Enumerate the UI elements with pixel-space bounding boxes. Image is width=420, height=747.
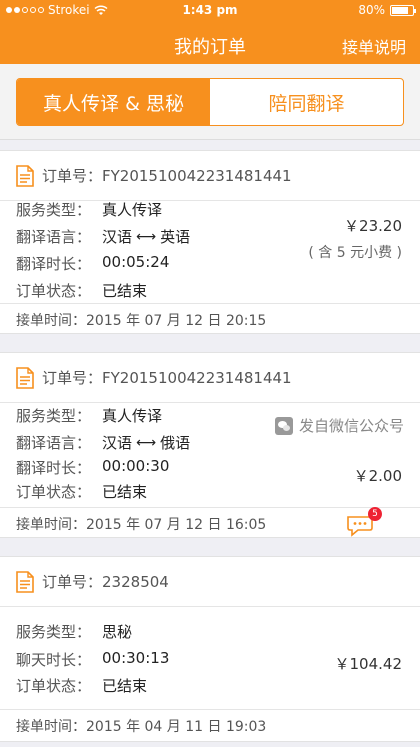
chat-duration-row: 聊天时长： 00:30:13	[16, 649, 169, 670]
accept-time-row: 接单时间： 2015 年 04 月 11 日 19:03	[0, 709, 420, 741]
chat-duration-value: 00:30:13	[102, 649, 170, 667]
message-button[interactable]: 5	[346, 507, 382, 537]
order-price: ￥104.42	[334, 655, 403, 673]
service-type-label: 服务类型：	[16, 407, 92, 425]
chat-duration-label: 聊天时长：	[16, 651, 92, 669]
segmented-control: 真人传译 & 思秘 陪同翻译	[16, 78, 404, 126]
status-bar: Strokei 1:43 pm 80%	[0, 0, 420, 20]
document-icon	[16, 366, 34, 389]
status-label: 订单状态：	[16, 483, 92, 501]
language-value: 汉语 ⟷ 俄语	[102, 432, 190, 453]
wechat-note: 发自微信公众号	[298, 417, 404, 435]
language-from: 汉语	[102, 434, 133, 452]
document-icon	[16, 570, 34, 593]
status-row: 订单状态： 已结束	[16, 280, 147, 301]
service-type-row: 服务类型： 真人传译	[16, 199, 162, 220]
battery-percent: 80%	[358, 3, 385, 17]
order-header: 订单号： FY201510042231481441	[0, 151, 420, 201]
header: Strokei 1:43 pm 80% 我的订单 接单说明	[0, 0, 420, 64]
status-value: 已结束	[102, 483, 148, 501]
language-row: 翻译语言： 汉语 ⟷ 英语	[16, 226, 190, 247]
accept-time-value: 2015 年 07 月 12 日 16:05	[86, 516, 267, 533]
double-arrow-icon: ⟷	[136, 434, 157, 451]
double-arrow-icon: ⟷	[136, 228, 157, 245]
status-right: 80%	[358, 3, 416, 17]
tab-interpret-secretary[interactable]: 真人传译 & 思秘	[17, 79, 210, 125]
battery-icon	[390, 4, 416, 16]
order-number-label: 订单号：	[42, 369, 103, 387]
tab-escort-translation[interactable]: 陪同翻译	[210, 79, 403, 125]
order-number: 2328504	[102, 572, 169, 591]
service-type-value: 真人传译	[102, 407, 163, 425]
accept-time-row: 接单时间： 2015 年 07 月 12 日 20:15	[0, 303, 420, 335]
accept-time-value: 2015 年 04 月 11 日 19:03	[86, 718, 267, 735]
order-card[interactable]: 订单号： FY201510042231481441 服务类型： 真人传译 翻译语…	[0, 352, 420, 538]
order-card[interactable]: 订单号： 2328504 服务类型： 思秘 聊天时长： 00:30:13 订单状…	[0, 556, 420, 742]
wechat-source: 发自微信公众号	[274, 415, 404, 436]
order-header: 订单号： FY201510042231481441	[0, 353, 420, 403]
status-label: 订单状态：	[16, 677, 92, 695]
status-value: 已结束	[102, 677, 148, 695]
tab-bar: 真人传译 & 思秘 陪同翻译	[0, 64, 420, 140]
duration-row: 翻译时长： 00:05:24	[16, 253, 169, 274]
language-label: 翻译语言：	[16, 228, 92, 246]
tip-note: ( 含 5 元小费 )	[308, 245, 402, 261]
status-time: 1:43 pm	[182, 3, 238, 17]
service-type-label: 服务类型：	[16, 623, 92, 641]
duration-value: 00:05:24	[102, 253, 170, 271]
order-number-label: 订单号：	[42, 573, 103, 591]
order-price: ￥23.20	[344, 217, 402, 235]
service-type-value: 真人传译	[102, 201, 163, 219]
order-price: ￥2.00	[353, 467, 402, 485]
language-from: 汉语	[102, 228, 133, 246]
message-count-badge: 5	[368, 507, 382, 521]
service-type-row: 服务类型： 真人传译	[16, 405, 162, 426]
language-value: 汉语 ⟷ 英语	[102, 226, 190, 247]
duration-label: 翻译时长：	[16, 459, 92, 477]
language-to: 俄语	[160, 434, 191, 452]
order-header: 订单号： 2328504	[0, 557, 420, 607]
service-type-label: 服务类型：	[16, 201, 92, 219]
order-number: FY201510042231481441	[102, 166, 292, 185]
language-label: 翻译语言：	[16, 434, 92, 452]
order-instructions-link[interactable]: 接单说明	[342, 34, 406, 58]
accept-time-label: 接单时间：	[16, 516, 86, 533]
order-number: FY201510042231481441	[102, 368, 292, 387]
duration-value: 00:00:30	[102, 457, 170, 475]
accept-time-value: 2015 年 07 月 12 日 20:15	[86, 312, 267, 329]
status-label: 订单状态：	[16, 282, 92, 300]
status-row: 订单状态： 已结束	[16, 675, 147, 696]
status-row: 订单状态： 已结束	[16, 481, 147, 502]
order-card[interactable]: 订单号： FY201510042231481441 服务类型： 真人传译 翻译语…	[0, 150, 420, 334]
duration-label: 翻译时长：	[16, 255, 92, 273]
status-value: 已结束	[102, 282, 148, 300]
wechat-icon	[274, 416, 293, 435]
order-number-label: 订单号：	[42, 167, 103, 185]
language-row: 翻译语言： 汉语 ⟷ 俄语	[16, 432, 190, 453]
document-icon	[16, 164, 34, 187]
accept-time-label: 接单时间：	[16, 312, 86, 329]
duration-row: 翻译时长： 00:00:30	[16, 457, 169, 478]
accept-time-label: 接单时间：	[16, 718, 86, 735]
language-to: 英语	[160, 228, 191, 246]
service-type-value: 思秘	[102, 623, 133, 641]
service-type-row: 服务类型： 思秘	[16, 621, 132, 642]
